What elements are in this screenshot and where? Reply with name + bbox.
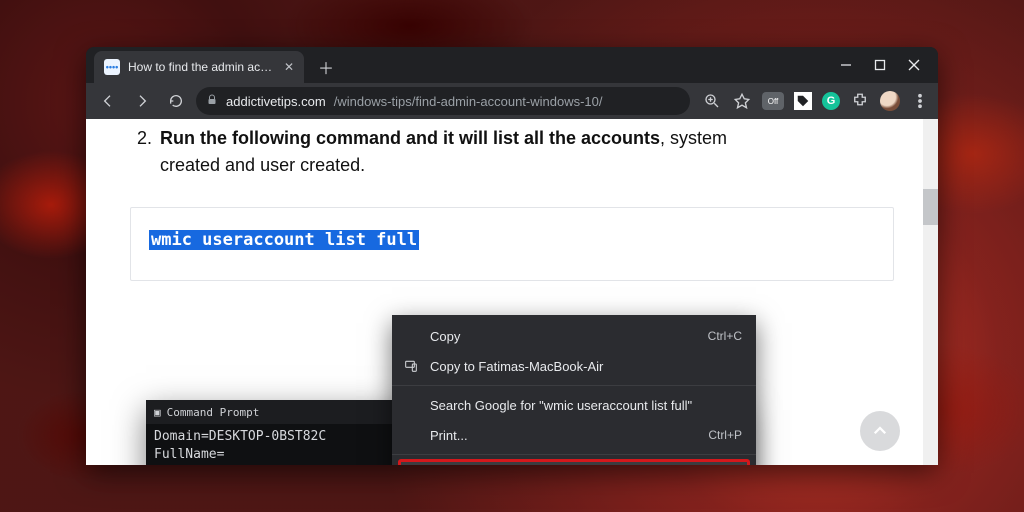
page-content: 2. Run the following command and it will… bbox=[86, 119, 938, 465]
selected-code[interactable]: wmic useraccount list full bbox=[149, 230, 419, 250]
browser-toolbar: addictivetips.com/windows-tips/find-admi… bbox=[86, 83, 938, 119]
step-rest-a: , system bbox=[660, 128, 727, 148]
step-number: 2. bbox=[130, 125, 152, 179]
maximize-icon[interactable] bbox=[874, 59, 886, 71]
context-search-label: Search Google for "wmic useraccount list… bbox=[430, 398, 692, 413]
context-search-google[interactable]: Search Google for "wmic useraccount list… bbox=[392, 390, 756, 420]
scroll-to-top-button[interactable] bbox=[860, 411, 900, 451]
code-card: wmic useraccount list full bbox=[130, 207, 894, 281]
step-bold: Run the following command and it will li… bbox=[160, 128, 660, 148]
new-tab-button[interactable]: ＋ bbox=[312, 53, 340, 81]
step-rest-b: created and user created. bbox=[160, 155, 365, 175]
context-copy-to-device[interactable]: Copy to Fatimas-MacBook-Air bbox=[392, 351, 756, 381]
context-copy-to-label: Copy to Fatimas-MacBook-Air bbox=[430, 359, 603, 374]
reload-button[interactable] bbox=[162, 87, 190, 115]
extensions-puzzle-icon[interactable] bbox=[850, 91, 870, 111]
context-print-label: Print... bbox=[430, 428, 468, 443]
tab-strip: •••• How to find the admin account o ✕ ＋ bbox=[86, 47, 938, 83]
kebab-menu-icon[interactable] bbox=[910, 91, 930, 111]
command-prompt-title: Command Prompt bbox=[167, 406, 260, 419]
step-item: 2. Run the following command and it will… bbox=[130, 125, 894, 179]
close-window-icon[interactable] bbox=[908, 59, 920, 71]
extension-tag-icon[interactable] bbox=[794, 92, 812, 110]
browser-window: •••• How to find the admin account o ✕ ＋… bbox=[86, 47, 938, 465]
forward-button[interactable] bbox=[128, 87, 156, 115]
profile-avatar[interactable] bbox=[880, 91, 900, 111]
lock-icon bbox=[206, 94, 218, 109]
zoom-icon[interactable] bbox=[702, 91, 722, 111]
favicon-icon: •••• bbox=[104, 59, 120, 75]
command-prompt-icon: ▣ bbox=[154, 406, 161, 419]
address-bar[interactable]: addictivetips.com/windows-tips/find-admi… bbox=[196, 87, 690, 115]
context-copy[interactable]: Copy Ctrl+C bbox=[392, 321, 756, 351]
window-controls bbox=[840, 47, 938, 83]
extension-grammarly-icon[interactable]: G bbox=[822, 92, 840, 110]
context-copy-link-selected-text[interactable]: # Copy Link to Selected Text bbox=[401, 462, 747, 465]
url-path: /windows-tips/find-admin-account-windows… bbox=[334, 94, 603, 109]
scrollbar-track[interactable] bbox=[923, 119, 938, 465]
context-copy-label: Copy bbox=[430, 329, 460, 344]
context-separator bbox=[392, 385, 756, 386]
back-button[interactable] bbox=[94, 87, 122, 115]
context-copy-shortcut: Ctrl+C bbox=[708, 329, 742, 343]
url-host: addictivetips.com bbox=[226, 94, 326, 109]
scrollbar-thumb[interactable] bbox=[923, 189, 938, 225]
browser-tab[interactable]: •••• How to find the admin account o ✕ bbox=[94, 51, 304, 83]
tab-title: How to find the admin account o bbox=[128, 60, 276, 74]
minimize-icon[interactable] bbox=[840, 59, 852, 71]
bookmark-star-icon[interactable] bbox=[732, 91, 752, 111]
context-print-shortcut: Ctrl+P bbox=[708, 428, 742, 442]
context-copy-link-highlight: # Copy Link to Selected Text bbox=[398, 459, 750, 465]
devices-icon bbox=[402, 357, 420, 375]
context-menu: Copy Ctrl+C Copy to Fatimas-MacBook-Air … bbox=[392, 315, 756, 465]
extension-off-badge[interactable]: Off bbox=[762, 92, 784, 110]
context-separator bbox=[392, 454, 756, 455]
step-text: Run the following command and it will li… bbox=[160, 125, 727, 179]
context-print[interactable]: Print... Ctrl+P bbox=[392, 420, 756, 450]
close-tab-icon[interactable]: ✕ bbox=[284, 61, 294, 73]
